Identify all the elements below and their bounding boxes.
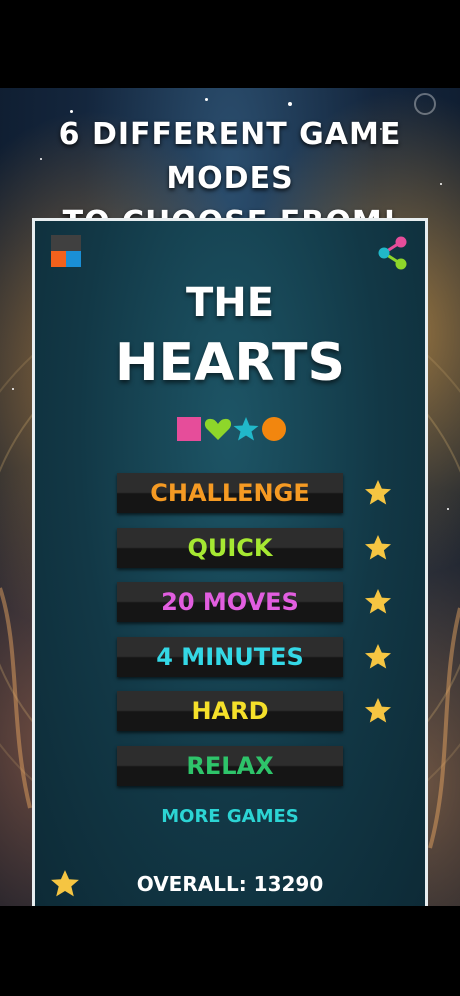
mode-button-quick[interactable]: QUICK (117, 528, 343, 568)
star-icon (365, 480, 391, 505)
circle-shape-icon (262, 417, 286, 441)
mode-label: 4 MINUTES (156, 643, 304, 671)
bottom-black-bar (0, 906, 460, 996)
mode-button-4-minutes[interactable]: 4 MINUTES (117, 637, 343, 677)
star-icon (365, 698, 391, 723)
more-games-link[interactable]: MORE GAMES (0, 804, 460, 830)
app-logo-icon[interactable] (51, 235, 81, 267)
mode-button-20-moves[interactable]: 20 MOVES (117, 582, 343, 622)
star-icon (365, 535, 391, 560)
share-icon[interactable] (376, 236, 408, 270)
mode-button-hard[interactable]: HARD (117, 691, 343, 731)
promo-headline-line1: 6 DIFFERENT GAME MODES (58, 117, 402, 196)
mode-label: CHALLENGE (150, 479, 310, 507)
star-icon (365, 589, 391, 614)
top-black-bar (0, 0, 460, 88)
game-title-line1: THE (185, 280, 275, 326)
title-shapes (177, 417, 286, 441)
overall-score: OVERALL: 13290 (136, 872, 324, 896)
square-shape-icon (177, 417, 201, 441)
mode-label: QUICK (187, 534, 273, 562)
mode-button-challenge[interactable]: CHALLENGE (117, 473, 343, 513)
mode-label: 20 MOVES (161, 588, 299, 616)
mode-button-relax[interactable]: RELAX (117, 746, 343, 786)
star-icon (365, 644, 391, 669)
mode-label: RELAX (186, 752, 274, 780)
star-shape-icon (233, 417, 259, 441)
mode-label: HARD (191, 697, 269, 725)
star-icon (51, 870, 79, 897)
heart-shape-icon (204, 418, 232, 440)
game-title-line2: HEARTS (115, 333, 345, 393)
